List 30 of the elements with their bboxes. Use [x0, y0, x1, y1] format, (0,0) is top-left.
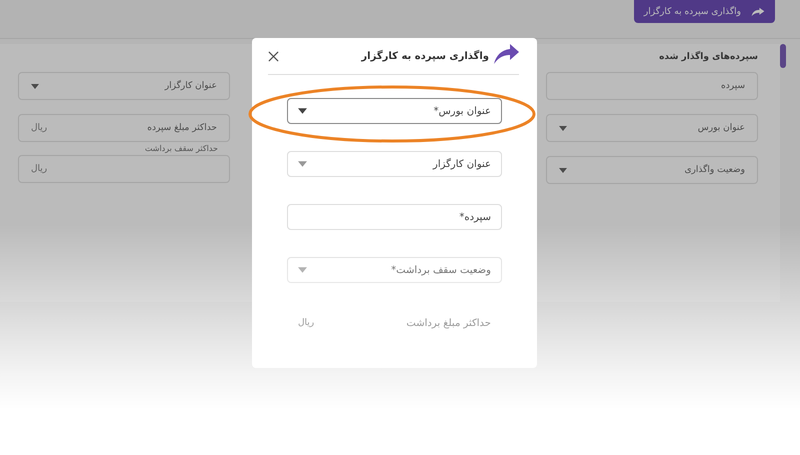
dialog-title: واگذاری سپرده به کارگزار [361, 50, 489, 62]
caret-icon [559, 168, 567, 172]
caret-icon [559, 126, 567, 130]
field-label: سپرده* [459, 212, 491, 222]
assign-button[interactable]: واگذاری سپرده به کارگزار [634, 0, 775, 23]
input-field[interactable]: سپرده* [287, 204, 502, 230]
scroll-indicator [780, 44, 786, 68]
field-label: وضعیت سقف برداشت* [391, 264, 491, 276]
input-field[interactable]: حداکثر مبلغ برداشت ریال [287, 310, 502, 336]
select-field[interactable]: وضعیت سقف برداشت* [287, 257, 502, 283]
section-title: سپرده‌های واگذار شده [658, 52, 758, 64]
field-label: عنوان بورس* [434, 106, 491, 116]
share-arrow-icon [493, 44, 519, 64]
select-field[interactable]: عنوان کارگزار [287, 151, 502, 177]
field-label: حداکثر مبلغ برداشت [406, 318, 491, 328]
close-icon[interactable] [268, 50, 279, 62]
select-field[interactable]: عنوان کارگزار [18, 72, 230, 100]
field-caption: حداکثر سقف برداشت [144, 144, 218, 153]
caret-icon [298, 108, 307, 114]
input-field[interactable]: ریال [18, 155, 230, 183]
select-field[interactable]: عنوان بورس* [287, 98, 502, 124]
select-field[interactable]: وضعیت واگذاری [546, 156, 758, 184]
field-label: عنوان کارگزار [433, 158, 491, 170]
caret-icon [298, 267, 307, 273]
caret-icon [31, 84, 39, 88]
caret-icon [298, 161, 307, 167]
input-field[interactable]: سپرده [546, 72, 758, 100]
share-arrow-icon [751, 6, 765, 16]
input-field[interactable]: حداکثر مبلغ سپرده ریال [18, 114, 230, 142]
select-field[interactable]: عنوان بورس [546, 114, 758, 142]
